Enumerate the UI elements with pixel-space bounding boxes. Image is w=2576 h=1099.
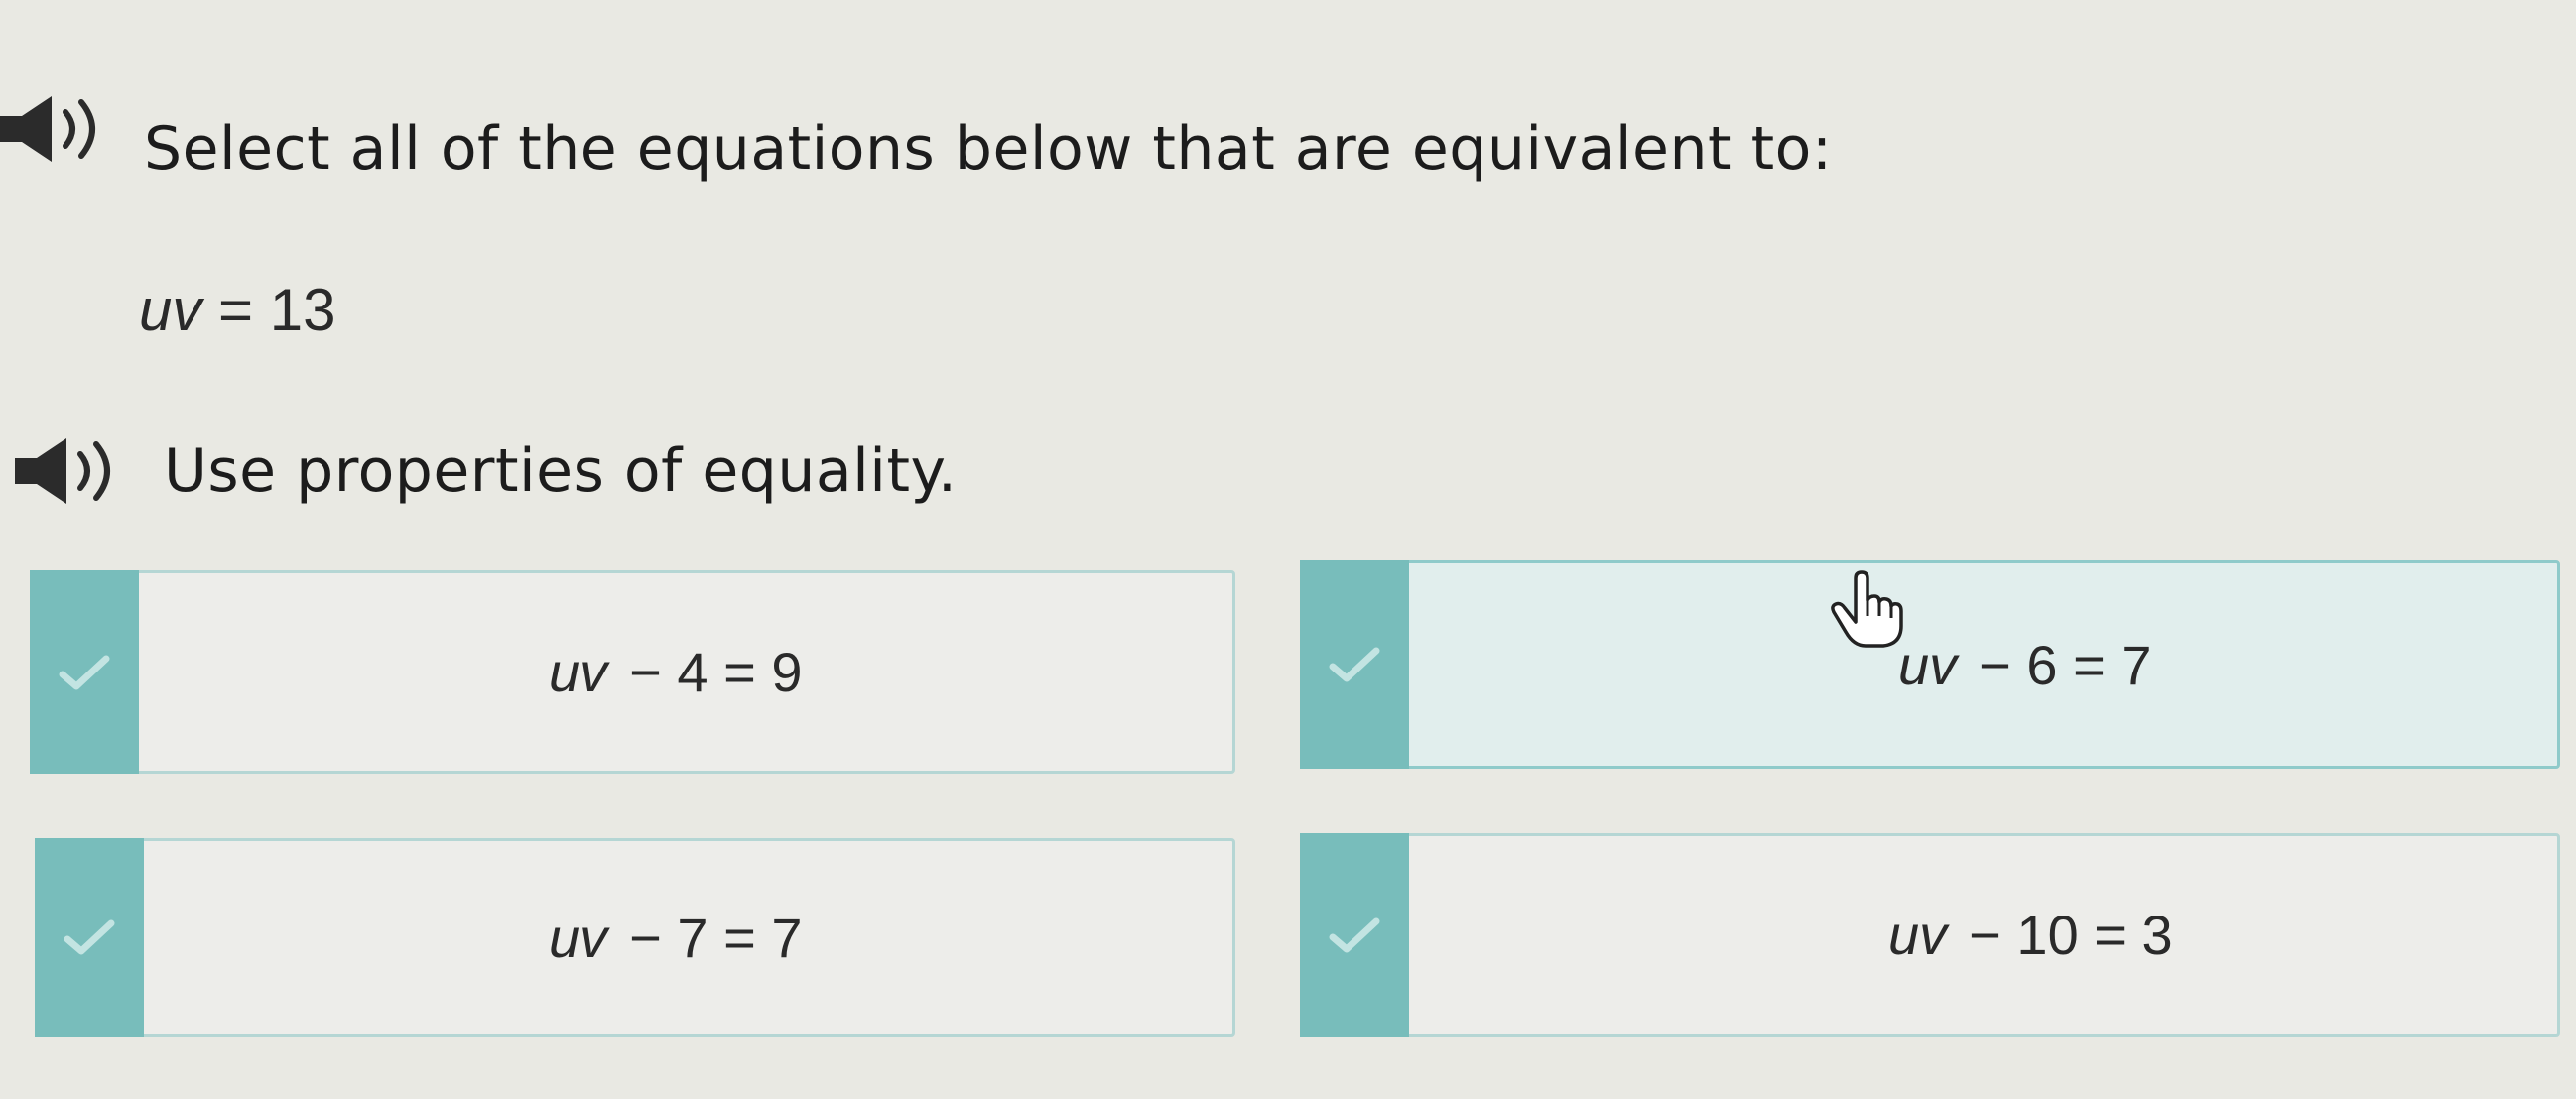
choice-rest: − 4 = 9 [629,641,803,703]
speaker-icon[interactable] [15,436,134,506]
answer-choice-2[interactable]: uv − 6 = 7 [1300,560,2560,769]
choice-rest: − 6 = 7 [1979,633,2152,696]
check-tab[interactable] [30,570,139,774]
check-tab[interactable] [1300,560,1409,769]
checkmark-icon [1329,647,1380,682]
choice-variable: uv [1898,633,1958,696]
choice-equation: uv − 4 = 9 [142,573,1232,771]
hand-pointer-icon [1826,570,1905,650]
choice-equation: uv − 7 = 7 [147,841,1232,1034]
answer-choice-3[interactable]: uv − 7 = 7 [35,838,1235,1037]
equation-rest: = 13 [218,277,336,343]
choice-rest: − 7 = 7 [629,906,803,969]
check-tab[interactable] [35,838,144,1037]
checkmark-icon [64,919,115,955]
target-equation: uv = 13 [139,276,336,344]
choice-rest: − 10 = 3 [1969,904,2173,966]
hint-text: Use properties of equality. [164,436,958,506]
choice-variable: uv [549,906,608,969]
instruction-text: Select all of the equations below that a… [144,114,1833,183]
answer-choice-1[interactable]: uv − 4 = 9 [30,570,1235,774]
speaker-icon[interactable] [0,94,119,164]
choice-variable: uv [1888,904,1948,966]
equation-variable: uv [139,277,202,343]
checkmark-icon [1329,917,1380,952]
answer-choice-4[interactable]: uv − 10 = 3 [1300,833,2560,1037]
checkmark-icon [59,655,110,689]
choice-equation: uv − 10 = 3 [1412,836,2557,1034]
choice-equation: uv − 6 = 7 [1412,563,2557,766]
choice-variable: uv [549,641,608,703]
check-tab[interactable] [1300,833,1409,1037]
